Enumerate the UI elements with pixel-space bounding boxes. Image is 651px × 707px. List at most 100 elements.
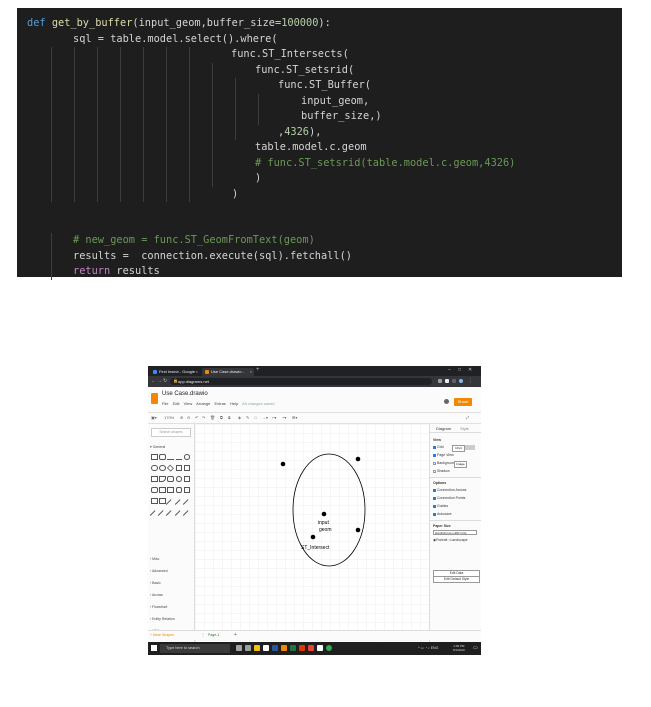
excel-icon[interactable] — [290, 645, 296, 651]
palette-shape[interactable] — [183, 487, 191, 493]
palette-shape[interactable] — [182, 499, 192, 509]
view-toggle-icon[interactable]: ▣▾ — [151, 415, 157, 420]
fill-color-icon[interactable]: ◈ — [238, 415, 241, 420]
delete-icon[interactable]: 🗑 — [210, 415, 215, 420]
grid-color-swatch[interactable] — [465, 445, 475, 450]
notifications-icon[interactable]: ▭ — [473, 645, 478, 651]
zoom-out-icon[interactable]: ⊖ — [187, 415, 190, 420]
palette-shape[interactable] — [151, 454, 158, 460]
menu-edit[interactable]: Edit — [173, 401, 180, 406]
browser-tab-drawio[interactable]: Use Case.drawio - diagrams.net × — [202, 368, 254, 382]
add-page-button[interactable]: + — [234, 632, 237, 638]
close-window-button[interactable]: ✕ — [468, 367, 472, 373]
to-front-icon[interactable]: ⧉ — [220, 415, 223, 420]
palette-shape[interactable] — [175, 465, 183, 471]
drawio-taskbar-icon[interactable] — [281, 645, 287, 651]
palette-shape[interactable] — [182, 510, 192, 520]
palette-shape[interactable] — [167, 487, 174, 493]
palette-shape[interactable] — [159, 476, 166, 482]
point-marker[interactable] — [280, 461, 286, 467]
palette-shape[interactable] — [175, 454, 183, 460]
palette-shape[interactable] — [175, 487, 183, 493]
browser-tab-search[interactable]: Find Insect - Google search × — [150, 368, 200, 382]
intersect-point[interactable] — [310, 534, 316, 540]
palette-shape[interactable] — [151, 498, 158, 504]
redo-icon[interactable]: ↷ — [202, 415, 205, 420]
connection-points-checkbox[interactable]: Connection Points — [433, 496, 465, 500]
image-button[interactable]: Image — [454, 461, 467, 468]
palette-shape[interactable] — [183, 476, 191, 482]
palette-shape[interactable] — [151, 476, 158, 482]
forward-icon[interactable]: → — [157, 378, 162, 384]
maximize-button[interactable]: □ — [458, 367, 461, 373]
task-view-icon[interactable] — [245, 645, 251, 651]
shadow-icon[interactable]: □ — [254, 415, 256, 420]
extension-icon[interactable] — [445, 379, 449, 383]
palette-shape[interactable] — [167, 454, 174, 460]
section-advanced[interactable]: › Advanced — [150, 569, 168, 573]
waypoints-icon[interactable]: ⌐▾ — [272, 415, 276, 420]
input-geom-point[interactable] — [321, 511, 327, 517]
table-icon[interactable]: ⊞▾ — [292, 415, 297, 420]
powerpoint-icon[interactable] — [299, 645, 305, 651]
point-marker[interactable] — [355, 527, 361, 533]
format-panel-toggle-icon[interactable]: ⤢ — [466, 415, 469, 420]
file-explorer-icon[interactable] — [254, 645, 260, 651]
section-flowchart[interactable]: › Flowchart — [150, 605, 167, 609]
teams-icon[interactable] — [317, 645, 323, 651]
menu-view[interactable]: View — [184, 401, 193, 406]
palette-shape[interactable] — [167, 476, 174, 482]
palette-shape[interactable] — [183, 465, 191, 471]
minimize-button[interactable]: – — [448, 367, 451, 373]
to-back-icon[interactable]: ⧈ — [228, 415, 231, 420]
user-icon[interactable] — [444, 399, 449, 404]
tab-style[interactable]: Style — [460, 426, 469, 431]
diagram-canvas[interactable]: input geom ST_Intersect — [195, 424, 429, 642]
menu-help[interactable]: Help — [230, 401, 238, 406]
menu-extras[interactable]: Extras — [214, 401, 225, 406]
section-arrows[interactable]: › Arrows — [150, 593, 163, 597]
share-button[interactable]: Share — [454, 398, 472, 406]
background-checkbox[interactable]: Background — [433, 461, 456, 465]
page-view-checkbox[interactable]: Page View — [433, 453, 454, 457]
document-title[interactable]: Use Case.drawio — [162, 391, 208, 397]
shape-search-input[interactable]: Search shapes — [151, 428, 191, 437]
autosave-checkbox[interactable]: Autosave — [433, 512, 452, 516]
new-tab-button[interactable]: + — [256, 367, 260, 373]
word-icon[interactable] — [272, 645, 278, 651]
menu-dots-icon[interactable]: ⋮ — [468, 378, 473, 384]
zoom-select[interactable]: 170% — [164, 415, 174, 420]
palette-shape[interactable] — [175, 476, 183, 482]
section-misc[interactable]: › Misc — [150, 557, 159, 561]
tab-diagram[interactable]: Diagram — [436, 426, 451, 431]
guides-checkbox[interactable]: Guides — [433, 504, 448, 508]
palette-shape[interactable] — [159, 465, 166, 471]
zoom-in-icon[interactable]: ⊕ — [180, 415, 183, 420]
chrome-icon[interactable] — [326, 645, 332, 651]
acrobat-icon[interactable] — [308, 645, 314, 651]
profile-icon[interactable] — [459, 379, 463, 383]
cortana-icon[interactable] — [236, 645, 242, 651]
edit-default-style-button[interactable]: Edit Default Style — [433, 576, 480, 583]
paper-size-select[interactable]: A4 (210 mm x 297 mm) — [433, 530, 477, 535]
section-entity-relation[interactable]: › Entity Relation — [150, 617, 175, 621]
section-general[interactable]: ▾ General — [150, 445, 165, 449]
taskbar-search-input[interactable]: Type here to search — [160, 644, 230, 653]
windows-start-icon[interactable] — [151, 645, 157, 651]
undo-icon[interactable]: ↶ — [195, 415, 198, 420]
connection-icon[interactable]: →▾ — [262, 415, 268, 420]
page-tab[interactable]: Page-1 — [208, 633, 219, 637]
taskbar-clock[interactable]: 1:09 PM 5/1/2020 — [453, 644, 465, 652]
grid-size-input[interactable]: 10 pt — [452, 445, 465, 452]
orientation-radio[interactable]: ◉Portrait ○Landscape — [433, 538, 468, 542]
section-basic[interactable]: › Basic — [150, 581, 161, 585]
palette-shape[interactable] — [159, 487, 166, 493]
extension-icon[interactable] — [452, 379, 456, 383]
more-shapes-button[interactable]: + More Shapes — [150, 633, 174, 637]
close-icon[interactable]: × — [196, 368, 198, 376]
system-tray-icons[interactable]: ^ ▭ ◔ ♪ ENG — [418, 646, 438, 650]
line-color-icon[interactable]: ✎ — [246, 415, 249, 420]
store-icon[interactable] — [263, 645, 269, 651]
palette-shape[interactable] — [159, 454, 166, 460]
code-editor[interactable]: def get_by_buffer(input_geom,buffer_size… — [17, 8, 622, 280]
